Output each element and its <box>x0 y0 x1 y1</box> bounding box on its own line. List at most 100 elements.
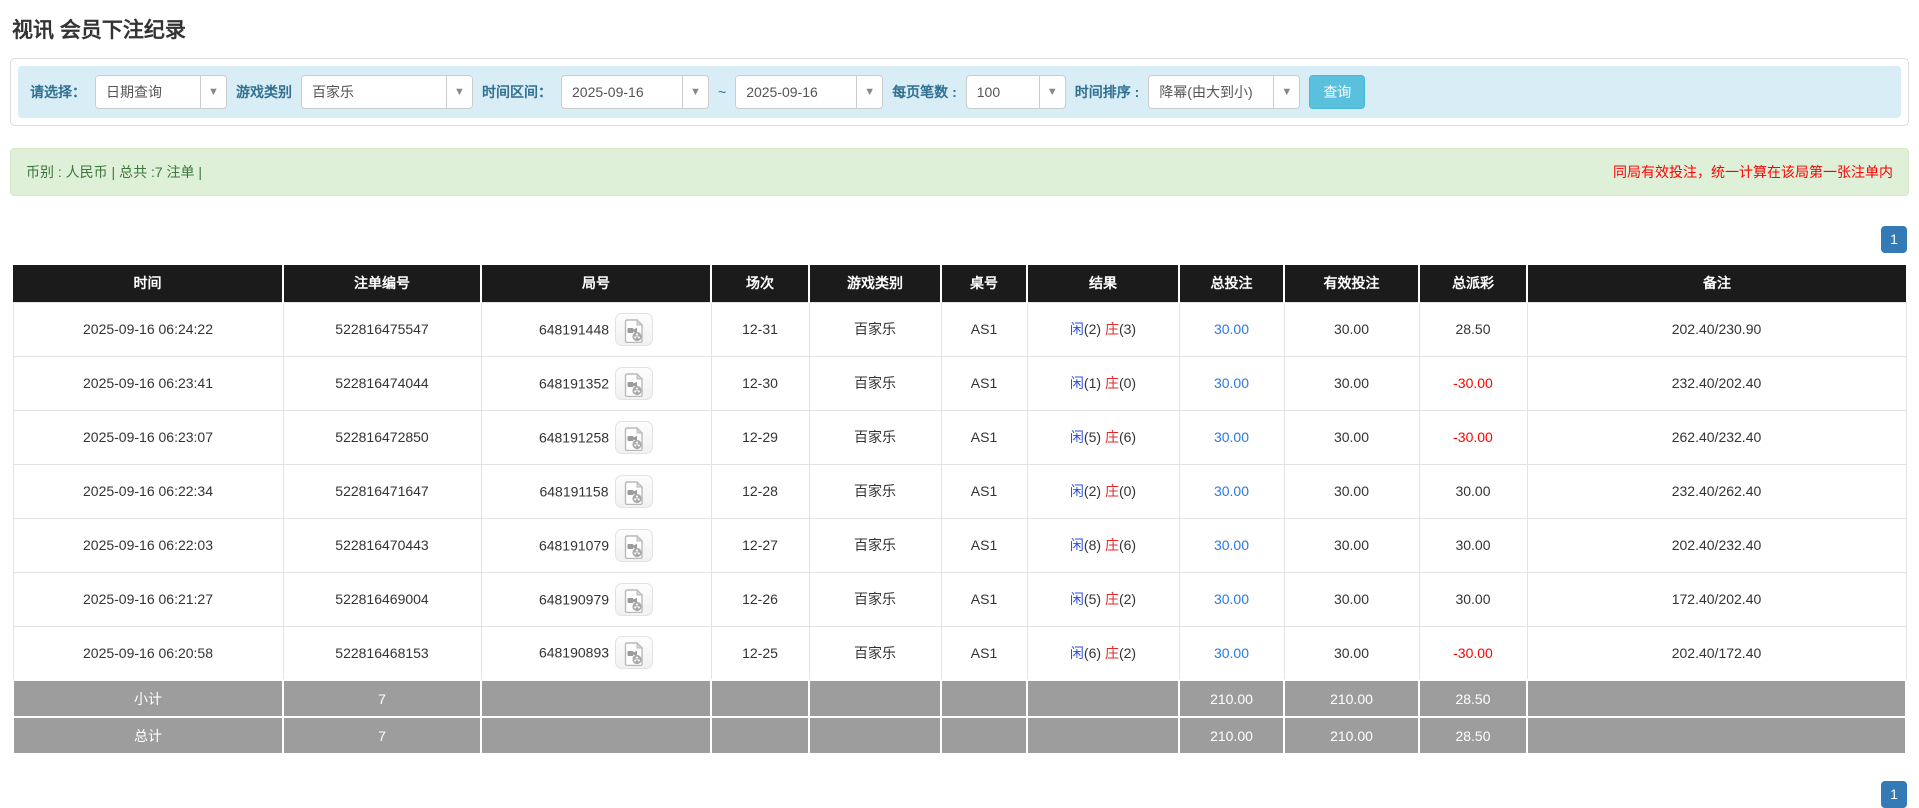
player-count: (8) <box>1083 537 1102 553</box>
remark-cell: 232.40/262.40 <box>1526 463 1907 519</box>
search-button[interactable]: 查询 <box>1309 75 1366 109</box>
banker-count: (0) <box>1118 483 1137 499</box>
sort-order-select[interactable]: 降幂(由大到小) ▼ <box>1148 75 1301 109</box>
round-id-value: 648191448 <box>538 321 610 337</box>
game-type-cell: 百家乐 <box>808 571 942 627</box>
video-replay-button[interactable] <box>615 582 654 616</box>
page-title: 视讯 会员下注纪录 <box>12 19 186 42</box>
header-remark: 备注 <box>1526 265 1906 302</box>
total-bet-link[interactable]: 30.00 <box>1214 429 1249 445</box>
game-type-cell: 百家乐 <box>808 463 942 519</box>
remark-cell: 202.40/232.40 <box>1526 517 1907 573</box>
query-type-select[interactable]: 日期查询 ▼ <box>95 75 227 109</box>
chevron-down-icon: ▼ <box>1273 76 1299 108</box>
bet-id-cell: 522816470443 <box>282 517 482 573</box>
table-no-cell: AS1 <box>940 517 1028 573</box>
video-file-icon <box>624 426 644 451</box>
pagination-page-button[interactable]: 1 <box>1881 226 1907 253</box>
payout-cell: 30.00 <box>1418 517 1528 573</box>
result-cell: 闲(2) 庄(3) <box>1026 301 1180 357</box>
time-cell: 2025-09-16 06:22:34 <box>12 463 284 519</box>
remark-cell: 172.40/202.40 <box>1526 571 1907 627</box>
date-from-select[interactable]: 2025-09-16 ▼ <box>561 75 709 109</box>
banker-count: (6) <box>1118 429 1137 445</box>
round-id-cell: 648191158 <box>480 463 712 519</box>
total-bet-link[interactable]: 30.00 <box>1214 591 1249 607</box>
subtotal-row: 小计 7 210.00 210.00 28.50 <box>12 679 1907 718</box>
total-bet-link[interactable]: 30.00 <box>1214 375 1249 391</box>
date-to-select[interactable]: 2025-09-16 ▼ <box>735 75 884 109</box>
header-round-id: 局号 <box>480 265 711 302</box>
game-type-cell: 百家乐 <box>808 625 942 681</box>
page-size-select[interactable]: 100 ▼ <box>965 75 1066 109</box>
bet-id-cell: 522816469004 <box>282 571 482 627</box>
player-result: 闲 <box>1069 591 1084 607</box>
round-id-cell: 648190979 <box>480 571 712 627</box>
header-session: 场次 <box>710 265 809 302</box>
video-replay-button[interactable] <box>615 312 654 346</box>
video-replay-button[interactable] <box>615 636 654 670</box>
bet-id-cell: 522816474044 <box>282 355 482 411</box>
video-replay-button[interactable] <box>615 366 654 400</box>
header-payout: 总派彩 <box>1418 265 1527 302</box>
header-result: 结果 <box>1026 265 1179 302</box>
video-file-icon <box>624 588 644 613</box>
result-cell: 闲(6) 庄(2) <box>1026 625 1180 681</box>
round-id-cell: 648190893 <box>480 625 712 681</box>
game-type-label: 游戏类别 <box>236 84 292 100</box>
payout-cell: -30.00 <box>1418 625 1528 681</box>
total-bet-link[interactable]: 30.00 <box>1214 537 1249 553</box>
subtotal-label: 小计 <box>12 679 284 718</box>
chevron-down-icon: ▼ <box>200 76 226 108</box>
total-label: 总计 <box>12 716 284 755</box>
total-bet-link[interactable]: 30.00 <box>1214 321 1249 337</box>
total-valid-bet: 210.00 <box>1283 716 1420 755</box>
total-row: 总计 7 210.00 210.00 28.50 <box>12 716 1907 755</box>
pagination-bottom: 1 <box>12 781 1907 808</box>
date-from-value: 2025-09-16 <box>572 84 644 100</box>
player-count: (5) <box>1083 429 1102 445</box>
result-cell: 闲(5) 庄(2) <box>1026 571 1180 627</box>
total-bet-link[interactable]: 30.00 <box>1214 645 1249 661</box>
game-type-value: 百家乐 <box>312 84 354 100</box>
payout-cell: 30.00 <box>1418 463 1528 519</box>
session-cell: 12-26 <box>710 571 810 627</box>
pagination-page-button[interactable]: 1 <box>1881 781 1907 808</box>
date-range-tilde: ~ <box>718 84 727 100</box>
round-id-cell: 648191448 <box>480 301 712 357</box>
video-replay-button[interactable] <box>615 420 654 454</box>
header-table-no: 桌号 <box>940 265 1027 302</box>
banker-count: (2) <box>1118 591 1137 607</box>
player-result: 闲 <box>1069 375 1084 391</box>
banker-result: 庄 <box>1104 483 1119 499</box>
game-type-select[interactable]: 百家乐 ▼ <box>301 75 473 109</box>
result-cell: 闲(5) 庄(6) <box>1026 409 1180 465</box>
bet-id-cell: 522816471647 <box>282 463 482 519</box>
time-cell: 2025-09-16 06:22:03 <box>12 517 284 573</box>
table-no-cell: AS1 <box>940 409 1028 465</box>
remark-cell: 202.40/172.40 <box>1526 625 1907 681</box>
valid-bet-cell: 30.00 <box>1283 409 1420 465</box>
round-id-value: 648190893 <box>538 644 610 661</box>
table-row: 2025-09-16 06:21:27 522816469004 6481909… <box>12 571 1907 627</box>
total-bet-link[interactable]: 30.00 <box>1214 483 1249 499</box>
player-count: (1) <box>1083 375 1102 391</box>
session-cell: 12-31 <box>710 301 810 357</box>
table-no-cell: AS1 <box>940 571 1028 627</box>
table-no-cell: AS1 <box>940 355 1028 411</box>
table-header-row: 时间 注单编号 局号 场次 游戏类别 桌号 结果 总投注 有效投注 总派彩 备注 <box>13 265 1906 302</box>
subtotal-payout: 28.50 <box>1418 679 1528 718</box>
banker-result: 庄 <box>1104 537 1119 553</box>
banker-result: 庄 <box>1104 321 1119 337</box>
valid-bet-cell: 30.00 <box>1283 625 1420 681</box>
bet-id-cell: 522816472850 <box>282 409 482 465</box>
round-id-value: 648191158 <box>539 483 609 499</box>
video-replay-button[interactable] <box>615 528 654 562</box>
session-cell: 12-28 <box>710 463 810 519</box>
player-result: 闲 <box>1069 321 1084 337</box>
player-result: 闲 <box>1069 483 1084 499</box>
sort-order-label: 时间排序 : <box>1074 84 1140 100</box>
header-valid-bet: 有效投注 <box>1283 265 1419 302</box>
video-replay-button[interactable] <box>614 474 653 508</box>
session-cell: 12-27 <box>710 517 810 573</box>
